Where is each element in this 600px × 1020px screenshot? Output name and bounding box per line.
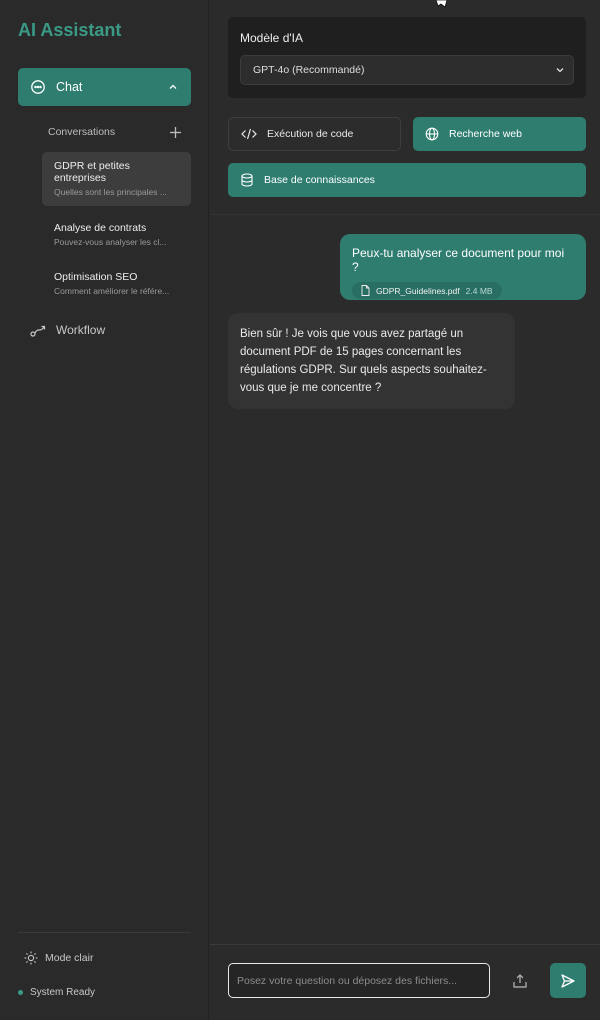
conversation-title: Optimisation SEO	[54, 271, 138, 283]
knowledge-base-label: Base de connaissances	[264, 174, 375, 186]
database-icon	[240, 173, 254, 187]
conversation-title: GDPR et petites entreprises	[54, 160, 130, 184]
model-label: Modèle d'IA	[240, 31, 303, 45]
message-input[interactable]	[228, 963, 490, 998]
code-execution-label: Exécution de code	[267, 128, 354, 140]
model-selected-value: GPT-4o (Recommandé)	[253, 64, 365, 76]
code-icon	[241, 128, 257, 140]
sidebar-item-chat[interactable]: Chat	[18, 68, 191, 106]
file-name: GDPR_Guidelines.pdf	[376, 285, 460, 296]
light-mode-label: Mode clair	[45, 952, 94, 964]
model-selector-card: Modèle d'IA GPT-4o (Recommandé)	[228, 17, 586, 98]
send-icon	[560, 973, 576, 989]
globe-icon	[425, 127, 439, 141]
light-mode-toggle[interactable]: Mode clair	[24, 950, 93, 966]
chevron-down-icon	[555, 65, 565, 75]
file-attachment-chip[interactable]: GDPR_Guidelines.pdf 2.4 MB	[352, 282, 502, 299]
knowledge-base-button[interactable]: Base de connaissances	[228, 163, 586, 197]
user-message: Peux-tu analyser ce document pour moi ? …	[340, 234, 586, 300]
web-search-label: Recherche web	[449, 128, 522, 140]
conversations-label: Conversations	[48, 126, 116, 138]
conversation-preview: Comment améliorer le référe...	[54, 286, 170, 296]
sidebar-divider	[18, 932, 191, 933]
upload-button[interactable]	[509, 970, 531, 992]
assistant-message: Bien sûr ! Je vois que vous avez partagé…	[228, 313, 515, 409]
chevron-up-icon[interactable]	[167, 81, 179, 93]
file-icon	[361, 285, 370, 296]
sidebar-item-workflow-label: Workflow	[56, 323, 106, 337]
user-message-text: Peux-tu analyser ce document pour moi ?	[352, 246, 565, 274]
conversation-preview: Quelles sont les principales ...	[54, 187, 167, 197]
conversations-header: Conversations	[48, 124, 182, 140]
upload-icon	[512, 973, 528, 989]
sun-icon	[24, 951, 38, 965]
sidebar-item-chat-label: Chat	[56, 80, 83, 94]
app-title: AI Assistant	[18, 20, 122, 40]
file-size: 2.4 MB	[465, 285, 493, 296]
assistant-message-text: Bien sûr ! Je vois que vous avez partagé…	[240, 328, 487, 394]
conversation-title: Analyse de contrats	[54, 222, 147, 234]
chat-bubble-icon	[30, 79, 46, 95]
system-status-label: System Ready	[30, 986, 96, 998]
mouse-cursor-icon	[433, 0, 449, 8]
sidebar-item-workflow[interactable]: Workflow	[30, 321, 105, 339]
model-select[interactable]: GPT-4o (Recommandé)	[240, 55, 574, 85]
conversation-item[interactable]: GDPR et petites entreprises Quelles sont…	[42, 152, 191, 206]
sidebar: AI Assistant Chat Conversations GDPR et …	[0, 0, 209, 1020]
status-dot-icon	[18, 989, 23, 995]
conversation-preview: Pouvez-vous analyser les cl...	[54, 237, 167, 247]
code-execution-button[interactable]: Exécution de code	[228, 117, 401, 151]
send-button[interactable]	[550, 963, 586, 998]
web-search-button[interactable]: Recherche web	[413, 117, 586, 151]
conversation-item[interactable]: Optimisation SEO Comment améliorer le ré…	[42, 263, 191, 303]
workflow-icon	[30, 323, 48, 337]
system-status: System Ready	[18, 985, 95, 999]
conversation-item[interactable]: Analyse de contrats Pouvez-vous analyser…	[42, 214, 191, 254]
new-conversation-plus-icon[interactable]	[169, 126, 182, 139]
